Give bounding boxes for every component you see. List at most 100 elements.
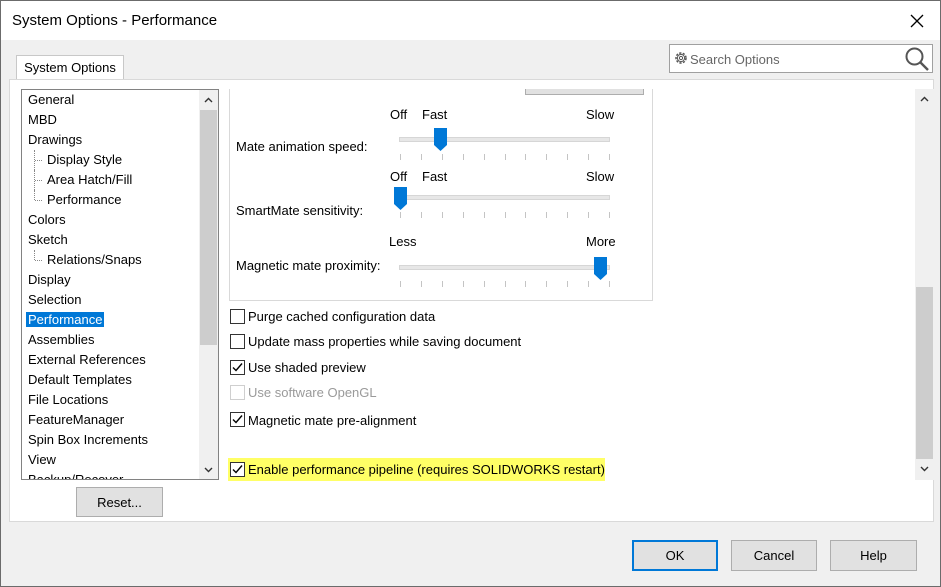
slider-tick bbox=[442, 281, 443, 287]
tree-item[interactable]: Display Style bbox=[22, 150, 198, 170]
tree-scrollbar[interactable] bbox=[199, 90, 218, 479]
slider-tick bbox=[463, 281, 464, 287]
tree-item-label: View bbox=[28, 452, 56, 467]
options-tree: General MBD Drawings Display Style Area Hatc… bbox=[21, 89, 219, 480]
reset-button[interactable]: Reset... bbox=[76, 487, 163, 517]
slider-tick bbox=[525, 281, 526, 287]
tree-item-label: Selection bbox=[28, 292, 82, 307]
slider-tick bbox=[525, 154, 526, 160]
partially-visible-button[interactable] bbox=[525, 89, 644, 95]
tree-item-label: Spin Box Increments bbox=[28, 432, 148, 447]
tree-item[interactable]: External References bbox=[22, 350, 198, 370]
smartmate-slider-thumb[interactable] bbox=[394, 187, 407, 210]
smartmate-mid-label: Fast bbox=[422, 169, 448, 184]
tree-item[interactable]: View bbox=[22, 450, 198, 470]
tree-item[interactable]: Spin Box Increments bbox=[22, 430, 198, 450]
slider-tick bbox=[588, 281, 589, 287]
slider-tick bbox=[442, 154, 443, 160]
ok-button[interactable]: OK bbox=[632, 540, 718, 571]
proximity-slider-thumb[interactable] bbox=[594, 257, 607, 280]
help-button[interactable]: Help bbox=[830, 540, 917, 571]
mate-speed-mid-label: Fast bbox=[422, 107, 448, 122]
tree-item-label: Sketch bbox=[28, 232, 68, 247]
mate-speed-track bbox=[399, 137, 610, 142]
mate-speed-max-label: Slow bbox=[586, 107, 615, 122]
smartmate-ticks bbox=[400, 212, 610, 218]
slider-tick bbox=[505, 154, 506, 160]
tree-item[interactable]: Colors bbox=[22, 210, 198, 230]
purge-cache-checkbox[interactable] bbox=[230, 309, 245, 324]
checkmark-icon bbox=[232, 363, 243, 372]
shaded-preview-checkbox[interactable] bbox=[230, 360, 245, 375]
slider-tick bbox=[421, 154, 422, 160]
tree-item[interactable]: MBD bbox=[22, 110, 198, 130]
close-button[interactable] bbox=[900, 6, 934, 36]
tab-system-options[interactable]: System Options bbox=[16, 55, 124, 80]
cancel-button[interactable]: Cancel bbox=[731, 540, 817, 571]
tree-item-label: Relations/Snaps bbox=[47, 252, 142, 267]
content-scroll-up[interactable] bbox=[915, 89, 934, 108]
tree-scroll-up[interactable] bbox=[199, 90, 218, 109]
slider-tick bbox=[505, 281, 506, 287]
smartmate-min-label: Off bbox=[390, 169, 408, 184]
mate-speed-slider-thumb[interactable] bbox=[434, 128, 447, 151]
tree-item[interactable]: Backup/Recover bbox=[22, 470, 198, 479]
slider-tick bbox=[505, 212, 506, 218]
content-scroll-thumb[interactable] bbox=[916, 287, 933, 459]
tree-item[interactable]: Assemblies bbox=[22, 330, 198, 350]
smartmate-track bbox=[399, 195, 610, 200]
slider-tick bbox=[400, 212, 401, 218]
tree-item[interactable]: Drawings bbox=[22, 130, 198, 150]
tree-item[interactable]: Area Hatch/Fill bbox=[22, 170, 198, 190]
tree-item[interactable]: File Locations bbox=[22, 390, 198, 410]
performance-pipeline-label: Enable performance pipeline (requires SO… bbox=[248, 462, 605, 477]
proximity-ticks bbox=[400, 281, 610, 287]
search-icon[interactable] bbox=[904, 46, 930, 72]
content-scroll-down[interactable] bbox=[915, 459, 934, 478]
tree-item[interactable]: Selection bbox=[22, 290, 198, 310]
software-opengl-label: Use software OpenGL bbox=[248, 385, 377, 400]
slider-tick bbox=[525, 212, 526, 218]
proximity-track bbox=[399, 265, 610, 270]
slider-tick bbox=[567, 281, 568, 287]
proximity-max-label: More bbox=[586, 234, 616, 249]
slider-tick bbox=[609, 281, 610, 287]
window-title: System Options - Performance bbox=[12, 12, 218, 29]
content-scrollbar[interactable] bbox=[915, 89, 934, 480]
update-mass-checkbox[interactable] bbox=[230, 334, 245, 349]
purge-cache-label: Purge cached configuration data bbox=[248, 309, 436, 324]
magnetic-prealign-checkbox[interactable] bbox=[230, 412, 245, 427]
slider-tick bbox=[567, 154, 568, 160]
slider-tick bbox=[609, 154, 610, 160]
tree-scroll-down[interactable] bbox=[199, 460, 218, 479]
tree-item[interactable]: General bbox=[22, 90, 198, 110]
tree-item[interactable]: Display bbox=[22, 270, 198, 290]
tree-item-label: Assemblies bbox=[28, 332, 95, 347]
gear-icon bbox=[675, 52, 687, 64]
tree-list: General MBD Drawings Display Style Area Hatc… bbox=[22, 90, 198, 479]
search-box[interactable] bbox=[669, 44, 933, 73]
tree-item[interactable]: Relations/Snaps bbox=[22, 250, 198, 270]
tree-item[interactable]: Performance bbox=[22, 310, 198, 330]
slider-tick bbox=[421, 212, 422, 218]
proximity-label: Magnetic mate proximity: bbox=[236, 258, 381, 273]
tree-item[interactable]: FeatureManager bbox=[22, 410, 198, 430]
search-input[interactable] bbox=[690, 49, 900, 69]
performance-pipeline-checkbox[interactable] bbox=[230, 462, 245, 477]
tree-item-label: Drawings bbox=[28, 132, 83, 147]
tree-item-label: Display bbox=[28, 272, 71, 287]
slider-tick bbox=[567, 212, 568, 218]
software-opengl-checkbox[interactable] bbox=[230, 385, 245, 400]
slider-tick bbox=[463, 212, 464, 218]
slider-tick bbox=[484, 212, 485, 218]
slider-tick bbox=[421, 281, 422, 287]
mate-speed-ticks bbox=[400, 154, 610, 160]
tree-item-label: MBD bbox=[28, 112, 57, 127]
tree-item[interactable]: Performance bbox=[22, 190, 198, 210]
tree-item-label: Performance bbox=[47, 192, 122, 207]
tree-item[interactable]: Default Templates bbox=[22, 370, 198, 390]
slider-tick bbox=[546, 154, 547, 160]
tree-scroll-thumb[interactable] bbox=[200, 110, 217, 345]
tree-item[interactable]: Sketch bbox=[22, 230, 198, 250]
mate-speed-min-label: Off bbox=[390, 107, 408, 122]
